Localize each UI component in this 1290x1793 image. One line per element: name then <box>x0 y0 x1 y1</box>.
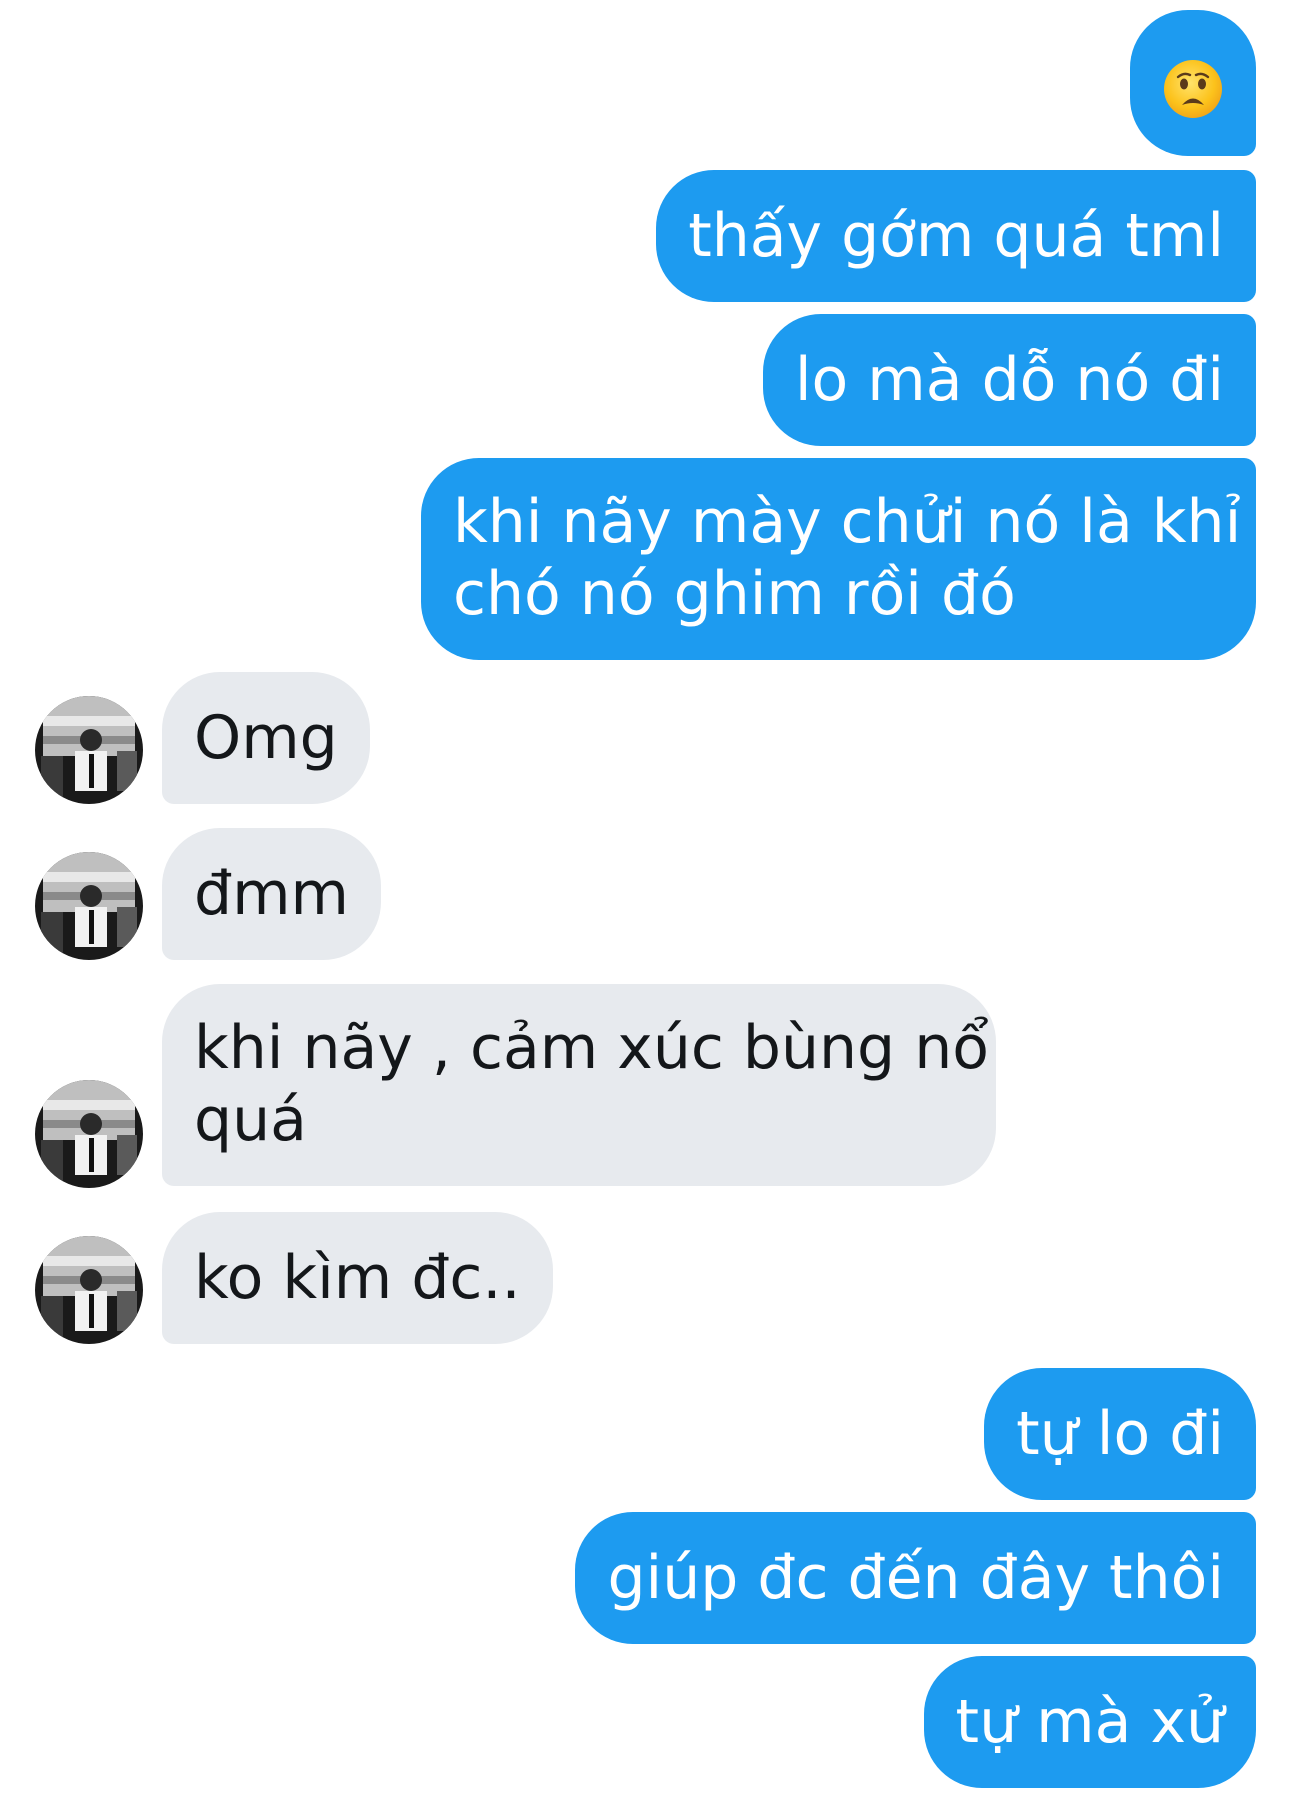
message-text-line: khi nãy mày chửi nó là khỉ <box>453 487 1242 557</box>
avatar-photo-icon <box>35 1080 143 1188</box>
message-bubble-received[interactable]: khi nãy , cảm xúc bùng nổ quá <box>162 984 996 1186</box>
contact-avatar[interactable] <box>35 1236 143 1344</box>
avatar-photo-icon <box>35 696 143 804</box>
contact-avatar[interactable] <box>35 1080 143 1188</box>
message-text: thấy gớm quá tml <box>688 201 1224 271</box>
message-text: tự lo đi <box>1016 1399 1224 1469</box>
message-bubble-received[interactable]: đmm <box>162 828 381 960</box>
avatar-photo-icon <box>35 1236 143 1344</box>
message-bubble-received[interactable]: ko kìm đc.. <box>162 1212 553 1344</box>
frowning-face-emoji-icon <box>1162 58 1224 120</box>
message-bubble-sent[interactable]: khi nãy mày chửi nó là khỉ chó nó ghim r… <box>421 458 1256 660</box>
message-text: ko kìm đc.. <box>194 1243 521 1313</box>
contact-avatar[interactable] <box>35 852 143 960</box>
message-bubble-sent[interactable]: tự lo đi <box>984 1368 1256 1500</box>
message-text-line: chó nó ghim rồi đó <box>453 559 1016 629</box>
message-bubble-received[interactable]: Omg <box>162 672 370 804</box>
message-text-line: khi nãy , cảm xúc bùng nổ <box>194 1013 989 1083</box>
message-bubble-sent[interactable]: giúp đc đến đây thôi <box>575 1512 1256 1644</box>
message-bubble-sent[interactable] <box>1130 10 1256 156</box>
contact-avatar[interactable] <box>35 696 143 804</box>
message-text: đmm <box>194 859 349 929</box>
message-text: Omg <box>194 703 338 773</box>
message-bubble-sent[interactable]: lo mà dỗ nó đi <box>762 314 1256 446</box>
message-text-line: quá <box>194 1085 307 1155</box>
message-bubble-sent[interactable]: thấy gớm quá tml <box>656 170 1256 302</box>
avatar-photo-icon <box>35 852 143 960</box>
message-text: tự mà xử <box>955 1687 1224 1757</box>
message-text: lo mà dỗ nó đi <box>794 345 1224 415</box>
message-bubble-sent[interactable]: tự mà xử <box>923 1656 1256 1788</box>
message-text: giúp đc đến đây thôi <box>607 1543 1224 1613</box>
